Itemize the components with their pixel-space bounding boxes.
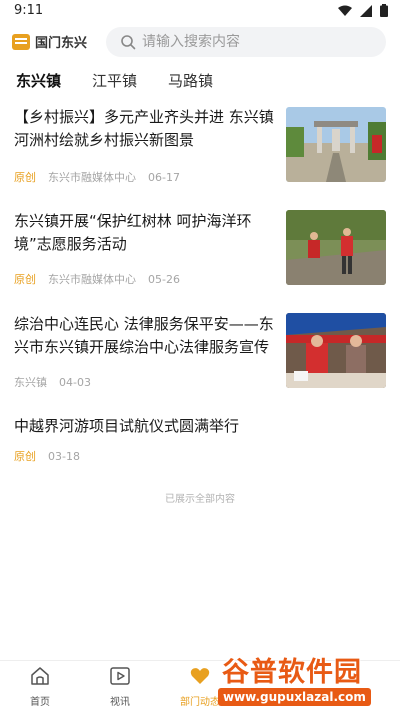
- status-bar: 9:11: [0, 0, 400, 24]
- news-meta: 原创 东兴市融媒体中心 06-17: [14, 169, 180, 185]
- home-icon: [31, 667, 49, 685]
- app-logo[interactable]: 国门东兴: [12, 32, 87, 51]
- news-meta: 原创 03-18: [14, 448, 80, 464]
- news-title: 综治中心连民心 法律服务保平安——东 兴市东兴镇开展综治中心法律服务宣传: [14, 315, 274, 356]
- news-meta: 东兴镇 04-03: [14, 374, 91, 390]
- news-title: 【乡村振兴】多元产业齐头并进 东兴镇 河洲村绘就乡村振兴新图景: [14, 108, 274, 149]
- news-date: 04-03: [59, 376, 91, 389]
- news-date: 03-18: [48, 450, 80, 463]
- news-item[interactable]: 中越界河游项目试航仪式圆满举行 原创 03-18: [0, 415, 400, 465]
- tab-malu[interactable]: 马路镇: [168, 70, 213, 91]
- news-title: 中越界河游项目试航仪式圆满举行: [14, 417, 240, 435]
- news-item[interactable]: 东兴镇开展“保护红树林 呵护海洋环 境”志愿服务活动 原创 东兴市融媒体中心 05-…: [0, 210, 400, 300]
- header: 国门东兴: [0, 24, 400, 64]
- news-title: 东兴镇开展“保护红树林 呵护海洋环 境”志愿服务活动: [14, 212, 252, 253]
- original-tag: 原创: [14, 171, 36, 184]
- logo-text: 国门东兴: [35, 36, 88, 51]
- tab-jiangping[interactable]: 江平镇: [92, 70, 137, 91]
- status-time: 9:11: [14, 3, 44, 18]
- nav-video[interactable]: 视讯: [90, 665, 150, 708]
- news-source: 东兴镇: [14, 376, 47, 389]
- search-icon: [121, 35, 136, 50]
- original-tag: 原创: [14, 273, 36, 286]
- status-icons: [338, 4, 388, 17]
- news-meta: 原创 东兴市融媒体中心 05-26: [14, 271, 180, 287]
- wifi-icon: [338, 5, 352, 16]
- original-tag: 原创: [14, 450, 36, 463]
- battery-icon: [380, 4, 388, 17]
- news-thumbnail: [286, 107, 386, 182]
- news-date: 05-26: [148, 273, 180, 286]
- watermark-url: www.gupuxlazal.com: [218, 688, 371, 706]
- video-icon: [110, 667, 130, 685]
- watermark: 谷普软件园 www.gupuxlazal.com: [216, 650, 400, 712]
- heart-icon: [190, 668, 210, 684]
- news-date: 06-17: [148, 171, 180, 184]
- news-source: 东兴市融媒体中心: [48, 171, 136, 184]
- logo-mark-icon: [12, 33, 30, 50]
- news-thumbnail: [286, 210, 386, 285]
- search-input[interactable]: [142, 27, 372, 57]
- watermark-text: 谷普软件园: [222, 657, 362, 688]
- news-item[interactable]: 【乡村振兴】多元产业齐头并进 东兴镇 河洲村绘就乡村振兴新图景 原创 东兴市融媒体…: [0, 106, 400, 196]
- town-tabs: 东兴镇 江平镇 马路镇: [0, 66, 400, 96]
- news-item[interactable]: 综治中心连民心 法律服务保平安——东 兴市东兴镇开展综治中心法律服务宣传 东兴镇…: [0, 313, 400, 403]
- news-thumbnail: [286, 313, 386, 388]
- end-of-list-note: 已展示全部内容: [165, 494, 235, 505]
- search-bar[interactable]: [106, 27, 386, 57]
- signal-icon: [360, 4, 372, 17]
- nav-home[interactable]: 首页: [10, 665, 70, 708]
- tab-dongxing[interactable]: 东兴镇: [16, 70, 61, 91]
- news-source: 东兴市融媒体中心: [48, 273, 136, 286]
